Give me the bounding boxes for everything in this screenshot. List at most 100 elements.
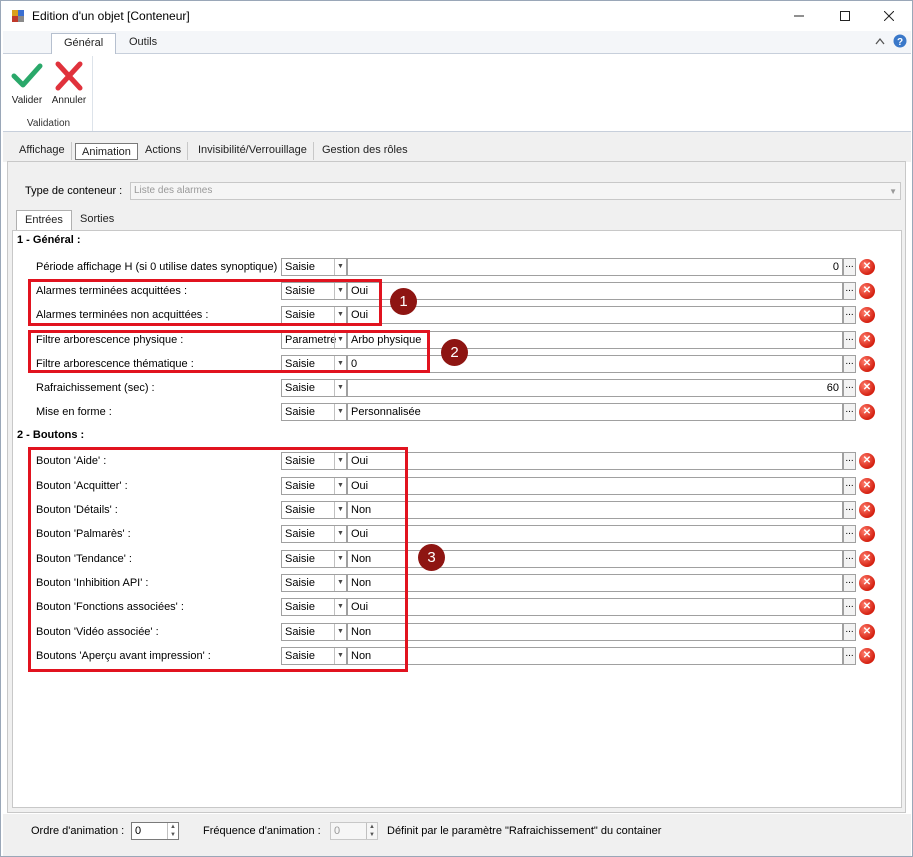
chevron-down-icon[interactable]: ▼ [334, 380, 346, 396]
delete-icon[interactable]: ✕ [859, 648, 875, 664]
spinner-arrows-icon: ▲ ▼ [366, 823, 377, 839]
tab-actions[interactable]: Actions [139, 142, 189, 160]
highlight-box-2 [28, 330, 430, 373]
delete-icon[interactable]: ✕ [859, 453, 875, 469]
param-type-select[interactable]: Saisie ▼ [281, 258, 347, 276]
delete-icon[interactable]: ✕ [859, 478, 875, 494]
browse-button[interactable]: ... [843, 550, 856, 568]
browse-button[interactable]: ... [843, 355, 856, 373]
browse-button[interactable]: ... [843, 477, 856, 495]
browse-button[interactable]: ... [843, 574, 856, 592]
frequency-spinner: 0 ▲ ▼ [330, 822, 378, 840]
browse-button[interactable]: ... [843, 623, 856, 641]
delete-icon[interactable]: ✕ [859, 356, 875, 372]
frequency-value: 0 [334, 825, 341, 837]
tab-gestion-roles[interactable]: Gestion des rôles [316, 142, 414, 160]
delete-icon[interactable]: ✕ [859, 332, 875, 348]
subtab-entrees[interactable]: Entrées [16, 210, 72, 231]
maximize-button[interactable] [822, 1, 868, 31]
help-icon[interactable]: ? [893, 34, 907, 48]
annotation-badge-2: 2 [441, 339, 468, 366]
cancel-label: Annuler [51, 95, 87, 106]
tab-invisibilite[interactable]: Invisibilité/Verrouillage [192, 142, 314, 160]
param-type-value: Saisie [285, 382, 315, 394]
param-value-input[interactable]: Non [347, 623, 843, 641]
subtab-sorties[interactable]: Sorties [72, 210, 122, 230]
param-value-input[interactable]: 0 [347, 258, 843, 276]
browse-button[interactable]: ... [843, 258, 856, 276]
container-type-value: Liste des alarmes [134, 185, 213, 196]
svg-text:?: ? [897, 37, 903, 48]
browse-button[interactable]: ... [843, 647, 856, 665]
app-icon [12, 10, 24, 22]
param-value-input[interactable]: 60 [347, 379, 843, 397]
browse-button[interactable]: ... [843, 282, 856, 300]
chevron-down-icon[interactable]: ▼ [334, 404, 346, 420]
checkmark-icon [11, 63, 43, 88]
param-value-input[interactable]: Non [347, 574, 843, 592]
param-type-value: Saisie [285, 261, 315, 273]
tab-animation[interactable]: Animation [75, 143, 138, 160]
delete-icon[interactable]: ✕ [859, 526, 875, 542]
collapse-ribbon-icon[interactable] [875, 37, 885, 45]
annotation-badge-3: 3 [418, 544, 445, 571]
param-label: Mise en forme : [36, 406, 112, 418]
param-value-input[interactable]: Oui [347, 452, 843, 470]
browse-button[interactable]: ... [843, 598, 856, 616]
ribbon-tab-general[interactable]: Général [51, 33, 117, 54]
minimize-icon [794, 15, 804, 17]
delete-icon[interactable]: ✕ [859, 575, 875, 591]
maximize-icon [840, 11, 850, 21]
delete-icon[interactable]: ✕ [859, 259, 875, 275]
ribbon-tab-strip: Général Outils ? [3, 31, 911, 54]
param-value-input[interactable]: Non [347, 647, 843, 665]
browse-button[interactable]: ... [843, 331, 856, 349]
container-type-label: Type de conteneur : [25, 185, 123, 197]
browse-button[interactable]: ... [843, 379, 856, 397]
browse-button[interactable]: ... [843, 403, 856, 421]
delete-icon[interactable]: ✕ [859, 599, 875, 615]
validate-label: Valider [11, 95, 43, 106]
delete-icon[interactable]: ✕ [859, 307, 875, 323]
close-button[interactable] [866, 1, 912, 31]
highlight-box-3 [28, 447, 408, 672]
param-value-input[interactable]: Oui [347, 525, 843, 543]
spinner-arrows-icon[interactable]: ▲ ▼ [167, 823, 178, 839]
param-value-input[interactable]: Oui [347, 598, 843, 616]
ribbon-tab-outils[interactable]: Outils [117, 33, 169, 54]
param-value-input[interactable]: Oui [347, 477, 843, 495]
order-spinner[interactable]: 0 ▲ ▼ [131, 822, 179, 840]
main-tabs: Affichage Animation Actions Invisibilité… [3, 132, 911, 162]
cancel-button[interactable]: Annuler [49, 58, 89, 108]
delete-icon[interactable]: ✕ [859, 502, 875, 518]
browse-button[interactable]: ... [843, 306, 856, 324]
order-value: 0 [135, 825, 142, 837]
ribbon-group-validation: Valider Annuler Validation [5, 56, 93, 131]
browse-button[interactable]: ... [843, 501, 856, 519]
browse-button[interactable]: ... [843, 525, 856, 543]
chevron-down-icon[interactable]: ▼ [334, 259, 346, 275]
param-value-input[interactable]: Personnalisée [347, 403, 843, 421]
delete-icon[interactable]: ✕ [859, 404, 875, 420]
section-title: 1 - Général : [17, 234, 81, 246]
tab-affichage[interactable]: Affichage [13, 142, 72, 160]
delete-icon[interactable]: ✕ [859, 283, 875, 299]
browse-button[interactable]: ... [843, 452, 856, 470]
param-value-input[interactable]: Non [347, 501, 843, 519]
delete-icon[interactable]: ✕ [859, 380, 875, 396]
container-type-select[interactable]: Liste des alarmes ▼ [130, 182, 901, 200]
param-value-input[interactable]: Oui [347, 282, 843, 300]
dialog-window: Edition d'un objet [Conteneur] Général O… [0, 0, 913, 857]
ribbon-panel: Valider Annuler Validation [3, 54, 911, 132]
param-type-select[interactable]: Saisie ▼ [281, 403, 347, 421]
close-icon [884, 11, 894, 21]
param-type-select[interactable]: Saisie ▼ [281, 379, 347, 397]
window-title: Edition d'un objet [Conteneur] [32, 9, 190, 23]
ribbon-controls: ? [875, 34, 907, 48]
param-value-input[interactable]: Oui [347, 306, 843, 324]
validate-button[interactable]: Valider [7, 58, 47, 108]
annotation-badge-1: 1 [390, 288, 417, 315]
minimize-button[interactable] [776, 1, 822, 31]
delete-icon[interactable]: ✕ [859, 624, 875, 640]
delete-icon[interactable]: ✕ [859, 551, 875, 567]
